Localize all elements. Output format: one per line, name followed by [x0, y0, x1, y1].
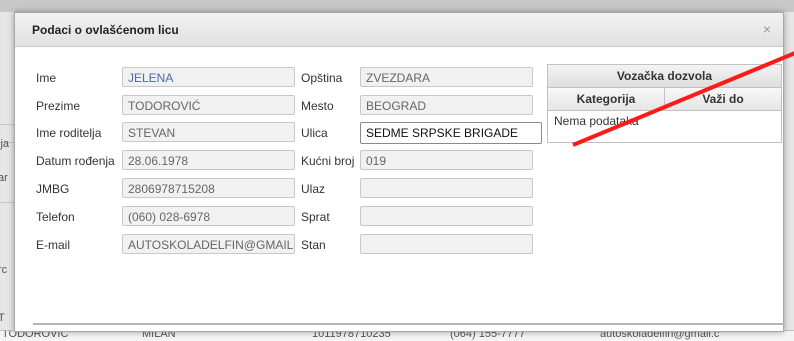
background-fragment: lja — [0, 138, 10, 150]
first-name-label: Ime — [36, 71, 57, 85]
municipality-field[interactable]: ZVEZDARA — [360, 67, 533, 87]
dialog-title: Podaci o ovlašćenom licu — [32, 23, 179, 37]
entrance-field[interactable] — [360, 178, 533, 198]
apartment-field[interactable] — [360, 234, 533, 254]
street-label: Ulica — [301, 126, 328, 140]
footer-divider — [33, 323, 785, 325]
authorized-person-dialog: Podaci o ovlašćenom licu × Ime JELENA Pr… — [14, 12, 785, 332]
driving-license-header: Vozačka dozvola — [548, 65, 781, 88]
background-grid-line — [0, 202, 14, 203]
first-name-field[interactable]: JELENA — [122, 67, 295, 87]
birth-date-label: Datum rođenja — [36, 154, 115, 168]
street-field[interactable]: SEDME SRPSKE BRIGADE — [360, 122, 542, 144]
email-label: E-mail — [36, 238, 71, 252]
parent-name-label: Ime roditelja — [36, 126, 102, 140]
background-left-panel: lja ar rc T — [0, 12, 15, 340]
parent-name-field[interactable]: STEVAN — [122, 122, 295, 142]
driving-license-table: Vozačka dozvola Kategorija Važi do Nema … — [547, 64, 782, 143]
municipality-label: Opština — [301, 71, 343, 85]
no-data-message: Nema podataka — [554, 114, 639, 128]
house-number-field[interactable]: 019 — [360, 150, 533, 170]
jmbg-field[interactable]: 2806978715208 — [122, 178, 295, 198]
city-field[interactable]: BEOGRAD — [360, 95, 533, 115]
floor-field[interactable] — [360, 206, 533, 226]
background-fragment: rc — [0, 264, 8, 276]
background-header — [0, 0, 794, 12]
floor-label: Sprat — [301, 210, 330, 224]
close-icon[interactable]: × — [763, 21, 771, 37]
phone-label: Telefon — [36, 210, 75, 224]
city-label: Mesto — [301, 99, 334, 113]
background-fragment: T — [0, 312, 5, 324]
jmbg-label: JMBG — [36, 182, 70, 196]
background-grid-line — [0, 124, 14, 125]
email-field[interactable]: AUTOSKOLADELFIN@GMAIL — [122, 234, 295, 254]
entrance-label: Ulaz — [301, 182, 326, 196]
last-name-field[interactable]: TODOROVIĆ — [122, 95, 295, 115]
last-name-label: Prezime — [36, 99, 81, 113]
category-column-header[interactable]: Kategorija — [548, 88, 665, 110]
house-number-label: Kućni broj — [301, 154, 355, 168]
apartment-label: Stan — [301, 238, 326, 252]
phone-field[interactable]: (060) 028-6978 — [122, 206, 295, 226]
dialog-titlebar[interactable]: Podaci o ovlašćenom licu × — [15, 13, 783, 47]
birth-date-field[interactable]: 28.06.1978 — [122, 150, 295, 170]
background-fragment: ar — [0, 172, 8, 184]
